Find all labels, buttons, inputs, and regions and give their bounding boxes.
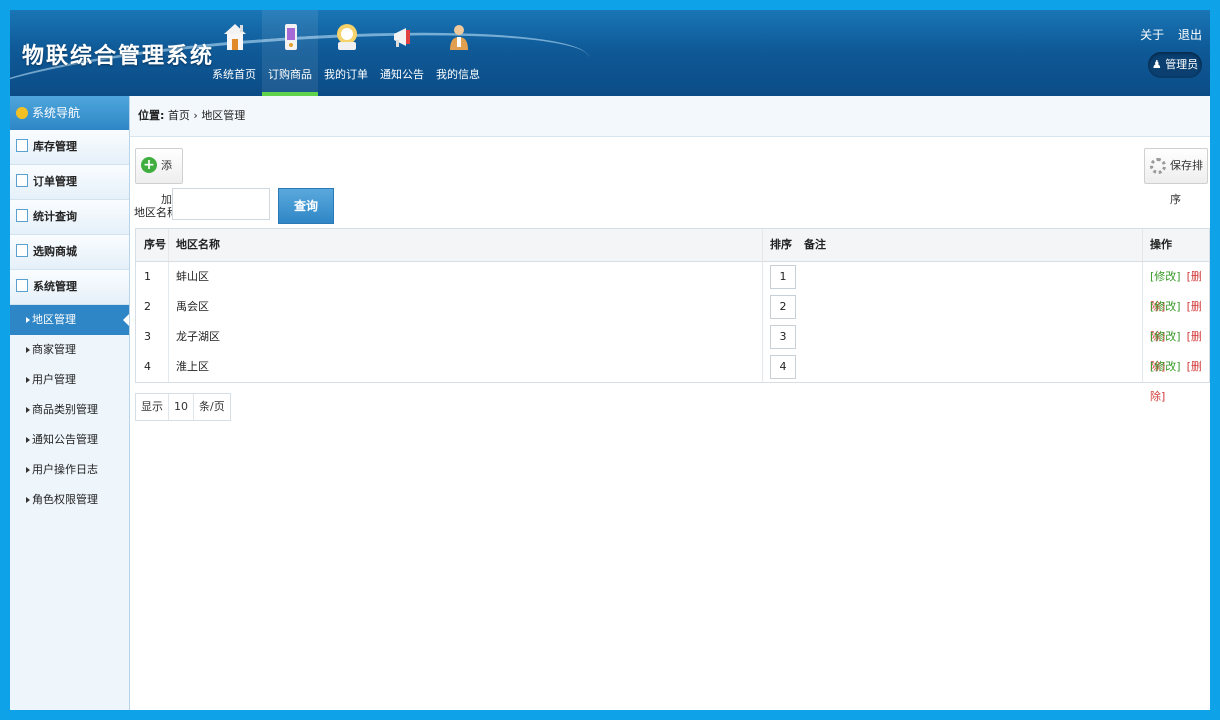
sidebar-item-merchant[interactable]: 商家管理 (10, 335, 129, 365)
table-row: 4 淮上区 4 [修改] [删除] (136, 352, 1209, 403)
page-size-select[interactable]: 10 (169, 394, 194, 420)
pager-show-label: 显示 (136, 394, 169, 420)
sidebar-menu-statistics[interactable]: 统计查询 (10, 200, 129, 235)
nav-my-info[interactable]: 我的信息 (430, 10, 486, 96)
logout-link[interactable]: 退出 (1178, 28, 1202, 42)
nav-order-goods[interactable]: 订购商品 (262, 10, 318, 96)
about-link[interactable]: 关于 (1140, 28, 1164, 42)
sidebar-menu-inventory[interactable]: 库存管理 (10, 130, 129, 165)
main-content: 位置: 首页 › 地区管理 + 添加 保存排序 地区名称 查询 序号 地区名称 … (130, 96, 1210, 710)
region-name-input[interactable] (172, 188, 270, 220)
triangle-right-icon (26, 407, 30, 413)
megaphone-icon (394, 28, 410, 47)
document-icon (16, 279, 28, 292)
nav-notices[interactable]: 通知公告 (374, 10, 430, 96)
table-row: 2 禹会区 2 [修改] [删除] (136, 292, 1209, 343)
pager: 显示 10 条/页 (135, 393, 231, 421)
order-icon (337, 24, 357, 50)
sidebar-menu-system[interactable]: 系统管理 (10, 270, 129, 305)
triangle-right-icon (26, 497, 30, 503)
sort-input[interactable]: 2 (770, 295, 796, 319)
triangle-right-icon (26, 347, 30, 353)
search-button[interactable]: 查询 (278, 188, 334, 224)
top-links: 关于 退出 (1130, 26, 1202, 43)
table-row: 3 龙子湖区 3 [修改] [删除] (136, 322, 1209, 373)
user-icon (450, 25, 468, 50)
sidebar-item-users[interactable]: 用户管理 (10, 365, 129, 395)
admin-badge[interactable]: ♟ 管理员 (1148, 52, 1202, 78)
gear-icon (1150, 158, 1166, 174)
app-frame: 物联综合管理系统 系统首页 订购商品 我的订单 通知公告 我的信息 关于 退出 … (10, 10, 1210, 710)
sidebar-item-roles[interactable]: 角色权限管理 (10, 485, 129, 515)
sidebar-item-logs[interactable]: 用户操作日志 (10, 455, 129, 485)
triangle-right-icon (26, 317, 30, 323)
sort-input[interactable]: 3 (770, 325, 796, 349)
phone-icon (285, 24, 297, 50)
top-header: 物联综合管理系统 系统首页 订购商品 我的订单 通知公告 我的信息 关于 退出 … (10, 10, 1210, 143)
edit-link[interactable]: [修改] (1150, 360, 1181, 373)
app-title: 物联综合管理系统 (22, 44, 215, 69)
triangle-right-icon (26, 437, 30, 443)
top-nav: 系统首页 订购商品 我的订单 通知公告 我的信息 (206, 10, 486, 96)
nav-home[interactable]: 系统首页 (206, 10, 262, 96)
edit-link[interactable]: [修改] (1150, 330, 1181, 343)
plus-icon: + (141, 157, 157, 173)
breadcrumb: 位置: 首页 › 地区管理 (130, 96, 1210, 137)
pager-unit-label: 条/页 (199, 400, 225, 413)
save-sort-button[interactable]: 保存排序 (1144, 148, 1208, 206)
sidebar-item-category[interactable]: 商品类别管理 (10, 395, 129, 425)
table-header: 序号 地区名称 排序 备注 操作 (136, 229, 1209, 262)
home-icon (224, 24, 246, 50)
triangle-right-icon (26, 467, 30, 473)
sidebar-header: 系统导航 (10, 96, 129, 130)
breadcrumb-home[interactable]: 首页 (168, 109, 190, 122)
person-icon: ♟ (1151, 58, 1162, 71)
sort-input[interactable]: 1 (770, 265, 796, 289)
edit-icon (16, 244, 28, 257)
breadcrumb-current: 地区管理 (201, 109, 246, 122)
report-icon (16, 209, 28, 222)
list-icon (16, 139, 28, 152)
nav-my-orders[interactable]: 我的订单 (318, 10, 374, 96)
table-row: 1 蚌山区 1 [修改] [删除] (136, 262, 1209, 313)
region-table: 序号 地区名称 排序 备注 操作 1 蚌山区 1 [修改] [删除] 2 禹会区 … (135, 228, 1210, 403)
sort-input[interactable]: 4 (770, 355, 796, 379)
sidebar-item-notices[interactable]: 通知公告管理 (10, 425, 129, 455)
edit-link[interactable]: [修改] (1150, 270, 1181, 283)
triangle-right-icon (26, 377, 30, 383)
add-button[interactable]: + 添加 (135, 148, 183, 206)
sidebar-menu-mall[interactable]: 选购商城 (10, 235, 129, 270)
edit-icon (16, 174, 28, 187)
breadcrumb-separator: › (193, 109, 198, 122)
nav-indicator-icon (16, 107, 28, 119)
sidebar-item-region[interactable]: 地区管理 (10, 305, 129, 335)
sidebar: 系统导航 库存管理 订单管理 统计查询 选购商城 系统管理 地区管理 商家管理 … (10, 96, 130, 710)
sidebar-menu-orders[interactable]: 订单管理 (10, 165, 129, 200)
edit-link[interactable]: [修改] (1150, 300, 1181, 313)
